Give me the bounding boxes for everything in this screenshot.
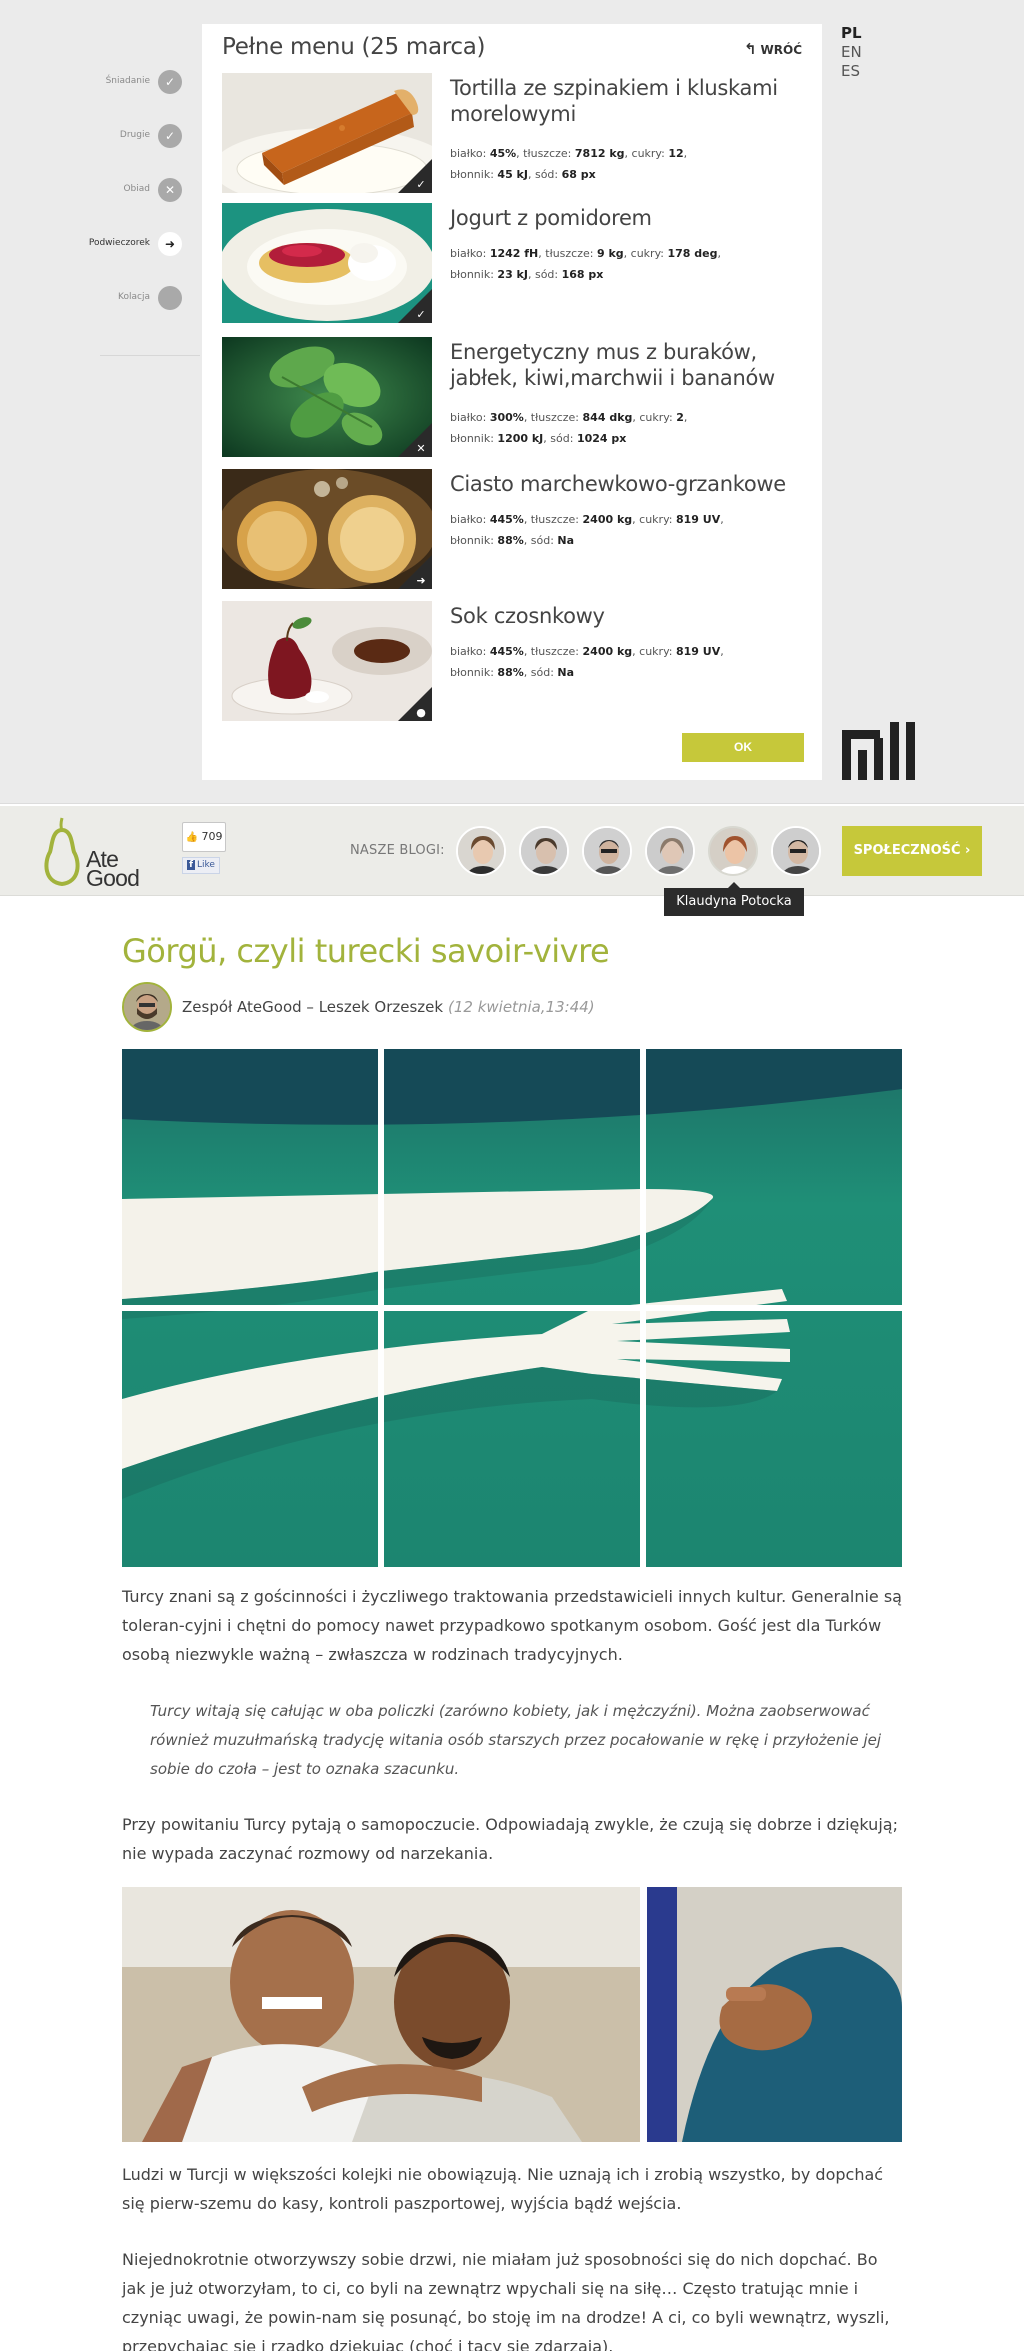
- logo-text: Ate Good: [86, 846, 140, 891]
- pending-dot-icon: ●: [416, 706, 426, 719]
- arrow-right-icon: ➜: [158, 232, 182, 256]
- meal-nav-label: Podwieczorek: [88, 238, 150, 248]
- blog-avatar[interactable]: [582, 826, 632, 876]
- blog-avatar[interactable]: [456, 826, 506, 876]
- meal-nav-label: Kolacja: [118, 292, 150, 302]
- meal-nav-label: Drugie: [119, 130, 150, 140]
- meal-nav-label: Obiad: [123, 184, 150, 194]
- facebook-icon: f: [187, 860, 195, 870]
- blog-avatar[interactable]: [708, 826, 758, 876]
- dish-photo: ●: [222, 601, 432, 721]
- back-label: WRÓĆ: [760, 43, 802, 57]
- arrow-right-icon: ➜: [416, 574, 426, 587]
- author-avatar[interactable]: [122, 982, 172, 1032]
- check-icon: ✓: [416, 308, 426, 321]
- dish-photo: ✕: [222, 337, 432, 457]
- meal-nav-breakfast[interactable]: Śniadanie ✓: [0, 68, 200, 98]
- article-paragraph: Ludzi w Turcji w większości kolejki nie …: [122, 2165, 884, 2213]
- close-icon: ✕: [416, 442, 426, 455]
- dish-nutrition: białko: 45%, tłuszcze: 7812 kg, cukry: 1…: [450, 147, 688, 181]
- article-hero-image: [122, 1049, 902, 1567]
- close-icon: ✕: [158, 178, 182, 202]
- article-paragraph: Niejednokrotnie otworzywszy sobie drzwi,…: [122, 2250, 890, 2351]
- article-paragraph: Turcy znani są z gościnności i życzliweg…: [122, 1587, 902, 1664]
- dish-nutrition: białko: 445%, tłuszcze: 2400 kg, cukry: …: [450, 645, 724, 679]
- language-switcher: PL EN ES: [841, 24, 862, 81]
- dish-nutrition: białko: 300%, tłuszcze: 844 dkg, cukry: …: [450, 411, 688, 445]
- site-header: Ate Good 👍 709 f Like NASZE BLOGI: SPOŁEC…: [0, 806, 1024, 896]
- dish-nutrition: białko: 1242 fH, tłuszcze: 9 kg, cukry: …: [450, 247, 721, 281]
- pending-dot-icon: [158, 286, 182, 310]
- dish-photo: ✓: [222, 73, 432, 193]
- meal-nav-lunch[interactable]: Obiad ✕: [0, 176, 200, 206]
- thumbs-up-icon: 👍: [185, 832, 198, 843]
- back-arrow-icon: ↰: [743, 40, 757, 58]
- article-quote: Turcy witają się całując w oba policzki …: [150, 1702, 882, 1778]
- meal-nav-afternoon[interactable]: Podwieczorek ➜: [0, 230, 200, 260]
- fb-like-button[interactable]: f Like: [182, 857, 220, 874]
- dish-item[interactable]: ✓ Tortilla ze szpinakiem i kluskami more…: [222, 73, 802, 193]
- blogger-tooltip: Klaudyna Potocka: [664, 882, 804, 916]
- lang-pl[interactable]: PL: [841, 24, 862, 43]
- facebook-widget: 👍 709 f Like: [182, 822, 226, 874]
- check-icon: ✓: [158, 124, 182, 148]
- menu-overlay-section: Śniadanie ✓ Drugie ✓ Obiad ✕ Podwieczore…: [0, 0, 1024, 804]
- lang-en[interactable]: EN: [841, 43, 862, 62]
- check-icon: ✓: [416, 178, 426, 191]
- blog-avatar[interactable]: [771, 826, 821, 876]
- menu-title: Pełne menu (25 marca): [222, 34, 486, 60]
- article-paragraph: Przy powitaniu Turcy pytają o samopoczuc…: [122, 1815, 898, 1863]
- meal-nav-label: Śniadanie: [105, 76, 150, 86]
- blog-avatar[interactable]: [519, 826, 569, 876]
- blog-avatar[interactable]: [645, 826, 695, 876]
- ategood-logo[interactable]: Ate Good: [40, 816, 150, 891]
- meal-nav-dinner[interactable]: Kolacja: [0, 284, 200, 314]
- check-icon: ✓: [158, 70, 182, 94]
- dish-item[interactable]: ✕ Energetyczny mus z buraków, jabłek, ki…: [222, 337, 802, 457]
- dish-photo: ➜: [222, 469, 432, 589]
- pear-icon: [44, 817, 80, 887]
- full-menu-panel: Pełne menu (25 marca) ↰ WRÓĆ ✓ Tortilla …: [202, 24, 822, 780]
- dish-item[interactable]: ➜ Ciasto marchewkowo-grzankowe białko: 4…: [222, 469, 802, 589]
- article-date: (12 kwietnia,13:44): [448, 998, 595, 1016]
- community-button[interactable]: SPOŁECZNOŚĆ ›: [842, 826, 982, 876]
- dish-name: Tortilla ze szpinakiem i kluskami morelo…: [450, 76, 778, 126]
- dish-item[interactable]: ● Sok czosnkowy białko: 445%, tłuszcze: …: [222, 601, 802, 721]
- dish-name: Energetyczny mus z buraków, jabłek, kiwi…: [450, 340, 775, 390]
- divider: [100, 355, 200, 356]
- ok-button[interactable]: OK: [682, 733, 804, 762]
- fb-like-count: 👍 709: [182, 822, 226, 852]
- dish-photo: ✓: [222, 203, 432, 323]
- dish-name: Sok czosnkowy: [450, 604, 605, 628]
- dish-item[interactable]: ✓ Jogurt z pomidorem białko: 1242 fH, tł…: [222, 203, 802, 323]
- article-title: Görgü, czyli turecki savoir-vivre: [122, 932, 610, 970]
- meal-nav-second[interactable]: Drugie ✓: [0, 122, 200, 152]
- back-button[interactable]: ↰ WRÓĆ: [744, 40, 802, 58]
- article-image-people: [122, 1887, 902, 2142]
- dish-nutrition: białko: 445%, tłuszcze: 2400 kg, cukry: …: [450, 513, 724, 547]
- lang-es[interactable]: ES: [841, 62, 862, 81]
- dish-name: Jogurt z pomidorem: [450, 206, 652, 230]
- bars-icon: [842, 722, 915, 780]
- dish-name: Ciasto marchewkowo-grzankowe: [450, 472, 786, 496]
- blogs-label: NASZE BLOGI:: [350, 843, 445, 858]
- article-author[interactable]: Zespół AteGood – Leszek Orzeszek: [182, 998, 443, 1016]
